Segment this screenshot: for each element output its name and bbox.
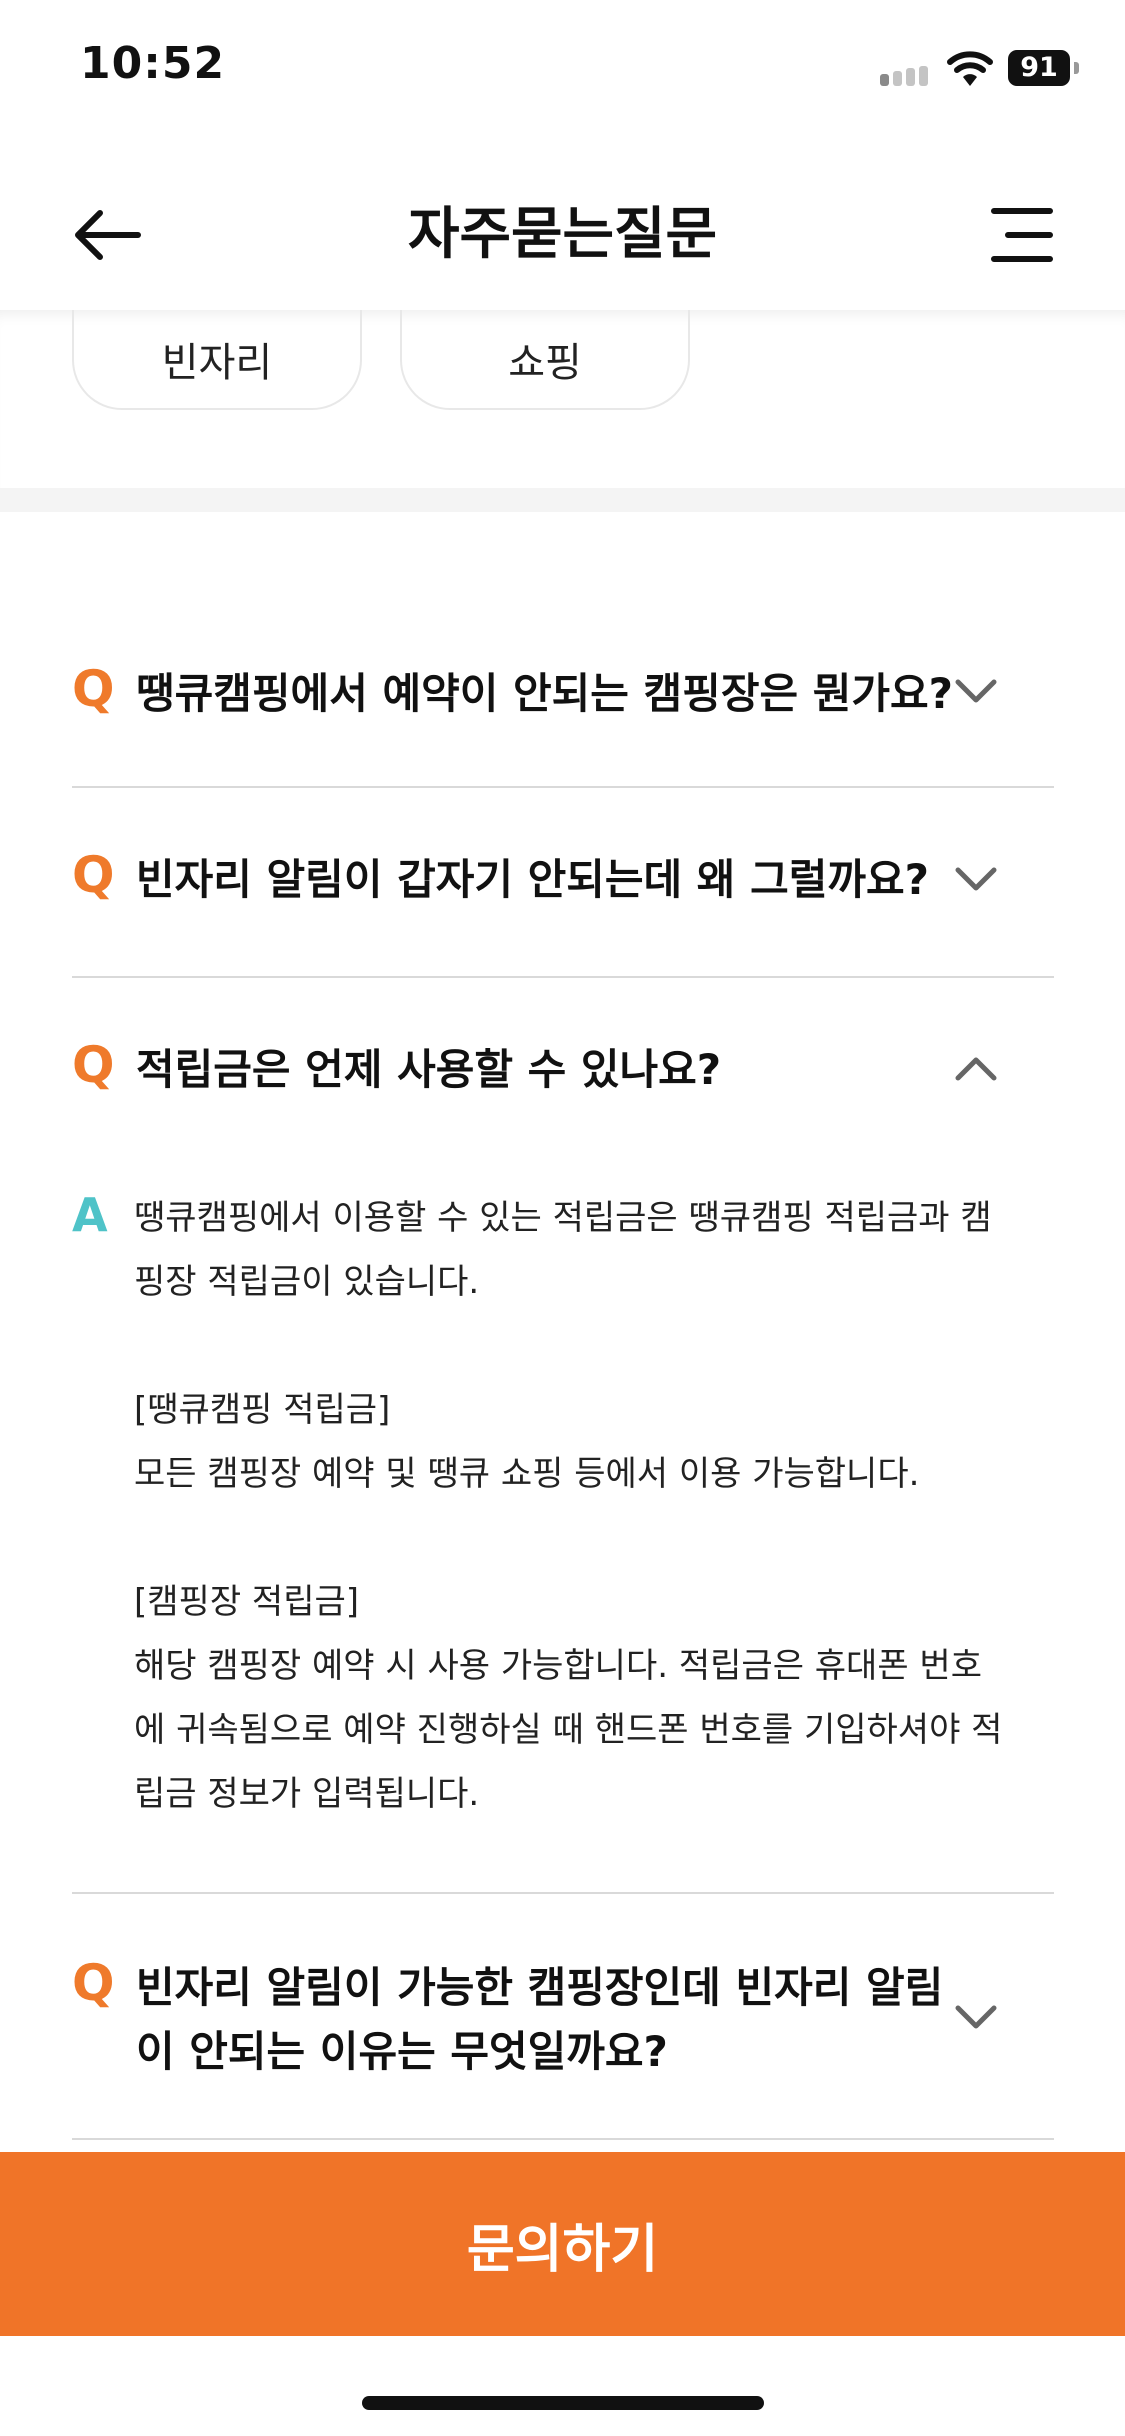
category-chips: 빈자리 쇼핑	[0, 310, 1125, 488]
hamburger-menu-icon[interactable]	[980, 195, 1060, 275]
faq-question: 빈자리 알림이 갑자기 안되는데 왜 그럴까요?	[136, 855, 929, 904]
faq-item-1[interactable]: Q 땡큐캠핑에서 예약이 안되는 캠핑장은 뭔가요?	[72, 600, 1054, 788]
a-mark: A	[72, 1188, 108, 1242]
faq-item-2[interactable]: Q 빈자리 알림이 갑자기 안되는데 왜 그럴까요?	[72, 788, 1054, 978]
status-time: 10:52	[80, 38, 226, 89]
q-mark: Q	[72, 660, 115, 718]
faq-question: 적립금은 언제 사용할 수 있나요?	[136, 1045, 722, 1094]
chip-shopping[interactable]: 쇼핑	[400, 310, 690, 410]
q-mark: Q	[72, 1036, 115, 1094]
page-title: 자주묻는질문	[407, 202, 718, 267]
inquiry-button[interactable]: 문의하기	[0, 2152, 1125, 2336]
faq-item-3[interactable]: Q 적립금은 언제 사용할 수 있나요? A 땡큐캠핑에서 이용할 수 있는 적…	[72, 978, 1054, 1894]
faq-question: 땡큐캠핑에서 예약이 안되는 캠핑장은 뭔가요?	[136, 669, 954, 718]
q-mark: Q	[72, 1954, 115, 2012]
chevron-down-icon[interactable]	[952, 676, 1000, 706]
q-mark: Q	[72, 846, 115, 904]
chevron-down-icon[interactable]	[952, 2002, 1000, 2032]
battery-icon: 91	[1008, 50, 1079, 86]
faq-answer: 땡큐캠핑에서 이용할 수 있는 적립금은 땡큐캠핑 적립금과 캠 핑장 적립금이…	[134, 1198, 1003, 1814]
chevron-up-icon[interactable]	[952, 1054, 1000, 1084]
header: 자주묻는질문	[0, 160, 1125, 310]
chevron-down-icon[interactable]	[952, 864, 1000, 894]
battery-level: 91	[1008, 50, 1070, 86]
cellular-signal-icon	[880, 66, 936, 86]
status-bar: 10:52 91	[0, 0, 1125, 140]
wifi-icon	[947, 51, 993, 86]
faq-item-4[interactable]: Q 빈자리 알림이 가능한 캠핑장인데 빈자리 알림 이 안되는 이유는 무엇일…	[72, 1894, 1054, 2140]
section-divider	[0, 488, 1125, 512]
faq-question: 빈자리 알림이 가능한 캠핑장인데 빈자리 알림 이 안되는 이유는 무엇일까요…	[136, 1963, 944, 2076]
home-indicator	[362, 2396, 764, 2410]
chip-vacancy[interactable]: 빈자리	[72, 310, 362, 410]
